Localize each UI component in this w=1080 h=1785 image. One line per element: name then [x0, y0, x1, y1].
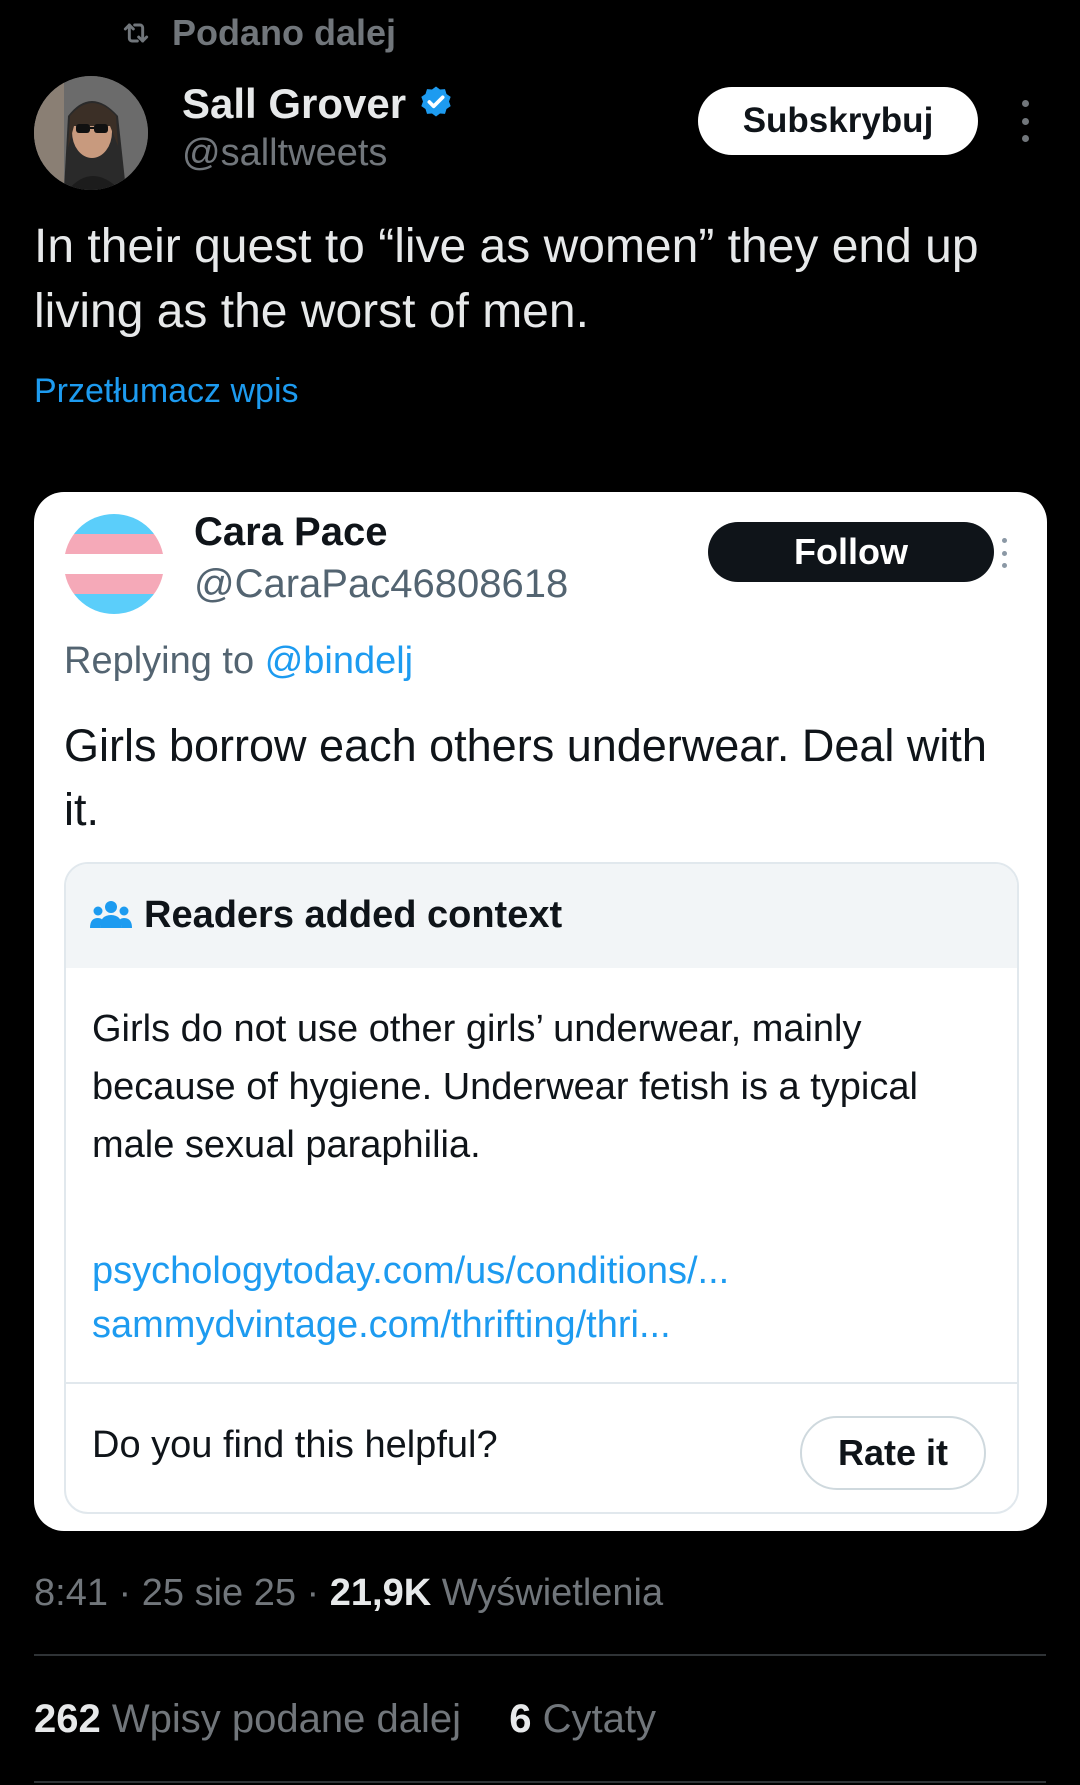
readers-context-icon [90, 901, 132, 928]
tweet-time[interactable]: 8:41 [34, 1572, 108, 1614]
community-note: Readers added context Girls do not use o… [64, 862, 1019, 1514]
author-avatar[interactable] [34, 76, 148, 190]
embedded-tweet-text: Girls borrow each others underwear. Deal… [64, 720, 987, 835]
reposts-count: 262 [34, 1697, 101, 1741]
repost-icon [123, 23, 149, 43]
divider [66, 1382, 1017, 1384]
repost-indicator[interactable]: Podano dalej [120, 12, 396, 54]
embedded-image[interactable]: Cara Pace @CaraPac46808618 Follow Replyi… [34, 492, 1047, 1531]
replying-mention: @bindelj [264, 640, 414, 682]
replying-to: Replying to @bindelj [64, 640, 413, 683]
rate-it-button: Rate it [800, 1416, 986, 1490]
views-count: 21,9K [329, 1572, 432, 1614]
quotes-stat[interactable]: 6 Cytaty [509, 1697, 656, 1741]
replying-prefix: Replying to [64, 640, 255, 682]
quotes-label: Cytaty [542, 1697, 656, 1741]
community-note-title: Readers added context [144, 894, 563, 936]
views-label: Wyświetlenia [441, 1572, 664, 1614]
divider [34, 1654, 1046, 1656]
author-name-row[interactable]: Sall Grover [182, 80, 456, 128]
author-handle[interactable]: @salltweets [182, 132, 387, 175]
more-options-icon[interactable] [1010, 100, 1040, 142]
subscribe-button[interactable]: Subskrybuj [698, 87, 978, 155]
helpful-question: Do you find this helpful? [92, 1424, 498, 1466]
separator: · [306, 1572, 330, 1614]
author-name[interactable]: Sall Grover [182, 80, 406, 128]
verified-badge-icon [421, 86, 451, 117]
community-note-link: sammydvintage.com/thrifting/thri... [92, 1304, 671, 1346]
separator: · [118, 1572, 142, 1614]
embedded-author-name: Cara Pace [194, 510, 388, 554]
embedded-more-options-icon [994, 538, 1014, 568]
tweet-date[interactable]: 25 sie 25 [142, 1572, 296, 1614]
community-note-link: psychologytoday.com/us/conditions/... [92, 1250, 730, 1292]
reposts-label: Wpisy podane dalej [111, 1697, 461, 1741]
embedded-avatar-flag [64, 514, 164, 614]
tweet-meta: 8:41 · 25 sie 25 · 21,9K Wyświetlenia [34, 1572, 663, 1615]
repost-label: Podano dalej [172, 12, 397, 53]
divider [34, 1781, 1046, 1783]
translate-link[interactable]: Przetłumacz wpis [34, 372, 299, 411]
embedded-follow-button: Follow [708, 522, 994, 582]
community-note-header: Readers added context [66, 864, 1017, 968]
tweet-stats: 262 Wpisy podane dalej 6 Cytaty [34, 1697, 656, 1742]
embedded-author-handle: @CaraPac46808618 [194, 562, 569, 606]
tweet-text: In their quest to “live as women” they e… [34, 220, 979, 338]
quotes-count: 6 [509, 1697, 532, 1741]
community-note-body: Girls do not use other girls’ underwear,… [92, 1008, 918, 1166]
reposts-stat[interactable]: 262 Wpisy podane dalej [34, 1697, 472, 1741]
